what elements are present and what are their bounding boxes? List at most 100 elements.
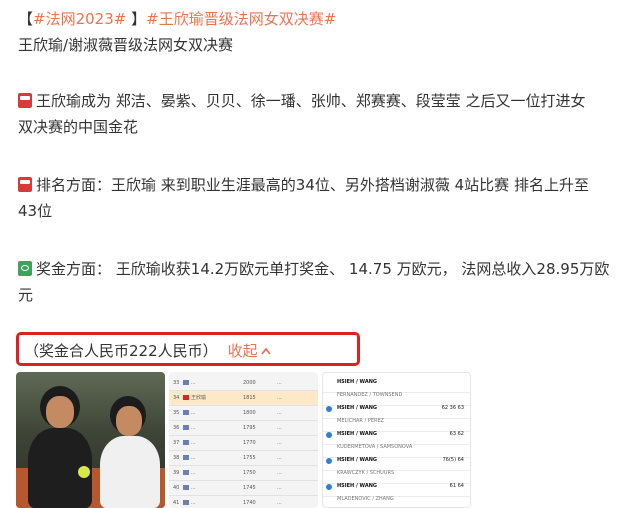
ranking-cell: ... bbox=[191, 380, 196, 386]
post-headline: 王欣瑜/谢淑薇晋级法网女双决赛 bbox=[18, 36, 234, 54]
para2-line1: 排名方面：王欣瑜 来到职业生涯最高的34位、另外搭档谢淑薇 4站比赛 排名上升至 bbox=[18, 172, 589, 198]
chevron-up-icon bbox=[260, 347, 271, 355]
ranking-row: 40... 1745... bbox=[169, 481, 318, 496]
ranking-cell: 1800 bbox=[243, 410, 256, 416]
money-icon bbox=[18, 261, 32, 276]
ranking-row: 33... 2000... bbox=[169, 376, 318, 391]
ranking-cell: ... bbox=[277, 380, 282, 386]
ranking-row: 35... 1800... bbox=[169, 406, 318, 421]
flag-icon bbox=[183, 425, 189, 430]
result-team: HSIEH / WANG bbox=[337, 379, 378, 385]
flag-icon bbox=[183, 470, 189, 475]
result-row: MLADENOVIC / ZHANG bbox=[323, 492, 470, 507]
ranking-row: 39... 1750... bbox=[169, 466, 318, 481]
ranking-cell: ... bbox=[277, 500, 282, 506]
red-bookmark-icon bbox=[18, 93, 32, 108]
ranking-cell: 35 bbox=[173, 410, 180, 416]
check-circle-icon bbox=[326, 484, 332, 490]
collapse-label: 收起 bbox=[227, 342, 258, 360]
player-right-face bbox=[116, 406, 142, 436]
ranking-cell: 1815 bbox=[243, 395, 256, 401]
ranking-cell: 36 bbox=[173, 425, 180, 431]
hashtag-wang-xinyu-final[interactable]: #王欣瑜晋级法网女双决赛# bbox=[146, 10, 336, 28]
result-score: 62 36 63 bbox=[441, 405, 464, 411]
para1-line2: 双决赛的中国金花 bbox=[18, 118, 139, 136]
flag-icon bbox=[183, 485, 189, 490]
check-circle-icon bbox=[326, 458, 332, 464]
result-team: MELICHAR / PEREZ bbox=[337, 418, 384, 424]
ranking-thumbnail[interactable]: 33... 2000... 34 王欣瑜 1815... 35... 1800... 36..… bbox=[169, 372, 318, 508]
result-team: FERNANDEZ / TOWNSEND bbox=[337, 392, 403, 398]
ranking-cell: ... bbox=[277, 470, 282, 476]
result-score: 63 62 bbox=[449, 431, 464, 437]
check-circle-icon bbox=[326, 432, 332, 438]
ranking-cell: ... bbox=[191, 425, 196, 431]
ranking-row: 38... 1755... bbox=[169, 451, 318, 466]
ranking-row: 37... 1770... bbox=[169, 436, 318, 451]
ranking-cell: ... bbox=[191, 455, 196, 461]
ranking-row: 41... 1740... bbox=[169, 496, 318, 508]
red-bookmark-icon bbox=[18, 177, 32, 192]
ranking-cell: 1770 bbox=[243, 440, 256, 446]
para1-line1-text: 王欣瑜成为 郑洁、晏紫、贝贝、徐一璠、张帅、郑赛赛、段莹莹 之后又一位打进女 bbox=[36, 92, 586, 110]
result-team: HSIEH / WANG bbox=[337, 405, 378, 411]
ranking-cell: ... bbox=[191, 410, 196, 416]
ranking-row: 36... 1795... bbox=[169, 421, 318, 436]
ranking-cell: 1745 bbox=[243, 485, 256, 491]
ranking-cell: 1755 bbox=[243, 455, 256, 461]
ranking-row: 34 王欣瑜 1815... bbox=[169, 391, 318, 406]
ranking-cell: 40 bbox=[173, 485, 180, 491]
ranking-cell: 1740 bbox=[243, 500, 256, 506]
flag-icon bbox=[183, 455, 189, 460]
para3-line1: 奖金方面： 王欣瑜收获14.2万欧元单打奖金、 14.75 万欧元， 法网总收入… bbox=[18, 256, 609, 282]
ranking-cell: 1750 bbox=[243, 470, 256, 476]
player-left-face bbox=[46, 396, 74, 428]
result-score: 61 64 bbox=[449, 483, 464, 489]
ranking-cell: ... bbox=[191, 470, 196, 476]
flag-icon bbox=[183, 410, 189, 415]
tag-bracket-open: 【 bbox=[18, 10, 34, 28]
ranking-cell: 41 bbox=[173, 500, 180, 506]
photo-thumbnail[interactable] bbox=[16, 372, 165, 508]
ranking-cell: ... bbox=[191, 485, 196, 491]
ranking-cell: 1795 bbox=[243, 425, 256, 431]
ranking-cell: 34 bbox=[173, 395, 180, 401]
result-score: 76(5) 64 bbox=[442, 457, 464, 463]
ranking-cell: ... bbox=[277, 410, 282, 416]
result-team: HSIEH / WANG bbox=[337, 431, 378, 437]
ranking-cell: ... bbox=[277, 440, 282, 446]
tag-bracket-close: 】 bbox=[131, 10, 147, 28]
hashtag-line: 【#法网2023# 】#王欣瑜晋级法网女双决赛# bbox=[18, 6, 336, 32]
ranking-cell: 33 bbox=[173, 380, 180, 386]
flag-icon bbox=[183, 440, 189, 445]
flag-icon bbox=[183, 380, 189, 385]
hashtag-french-open-2023[interactable]: #法网2023# bbox=[33, 10, 126, 28]
ranking-cell: ... bbox=[277, 455, 282, 461]
para2-line1-text: 排名方面：王欣瑜 来到职业生涯最高的34位、另外搭档谢淑薇 4站比赛 排名上升至 bbox=[36, 176, 589, 194]
results-thumbnail[interactable]: HSIEH / WANG FERNANDEZ / TOWNSEND HSIEH / … bbox=[322, 372, 471, 508]
flag-icon bbox=[183, 395, 189, 400]
flag-icon bbox=[183, 500, 189, 505]
para3-line2: 元 bbox=[18, 286, 34, 304]
ranking-cell: 王欣瑜 bbox=[191, 395, 207, 401]
para1-line1: 王欣瑜成为 郑洁、晏紫、贝贝、徐一璠、张帅、郑赛赛、段莹莹 之后又一位打进女 bbox=[18, 88, 586, 114]
ranking-cell: ... bbox=[277, 485, 282, 491]
result-team: KRAWCZYK / SCHUURS bbox=[337, 470, 395, 476]
result-team: MLADENOVIC / ZHANG bbox=[337, 496, 394, 502]
ranking-cell: ... bbox=[191, 500, 196, 506]
para2-line2: 43位 bbox=[18, 202, 53, 220]
prize-note: （奖金合人民币222人民币） bbox=[24, 342, 218, 360]
para3-line1-text: 奖金方面： 王欣瑜收获14.2万欧元单打奖金、 14.75 万欧元， 法网总收入… bbox=[36, 260, 610, 278]
ranking-cell: 37 bbox=[173, 440, 180, 446]
result-team: HSIEH / WANG bbox=[337, 457, 378, 463]
collapse-button[interactable]: 收起 bbox=[228, 342, 272, 360]
ranking-cell: 39 bbox=[173, 470, 180, 476]
check-circle-icon bbox=[326, 406, 332, 412]
player-right-body bbox=[100, 436, 160, 508]
result-team: KUDERMETOVA / SAMSONOVA bbox=[337, 444, 413, 450]
ranking-cell: ... bbox=[277, 395, 282, 401]
ranking-cell: ... bbox=[277, 425, 282, 431]
ranking-cell: ... bbox=[191, 440, 196, 446]
ranking-cell: 2000 bbox=[243, 380, 256, 386]
ranking-cell: 38 bbox=[173, 455, 180, 461]
